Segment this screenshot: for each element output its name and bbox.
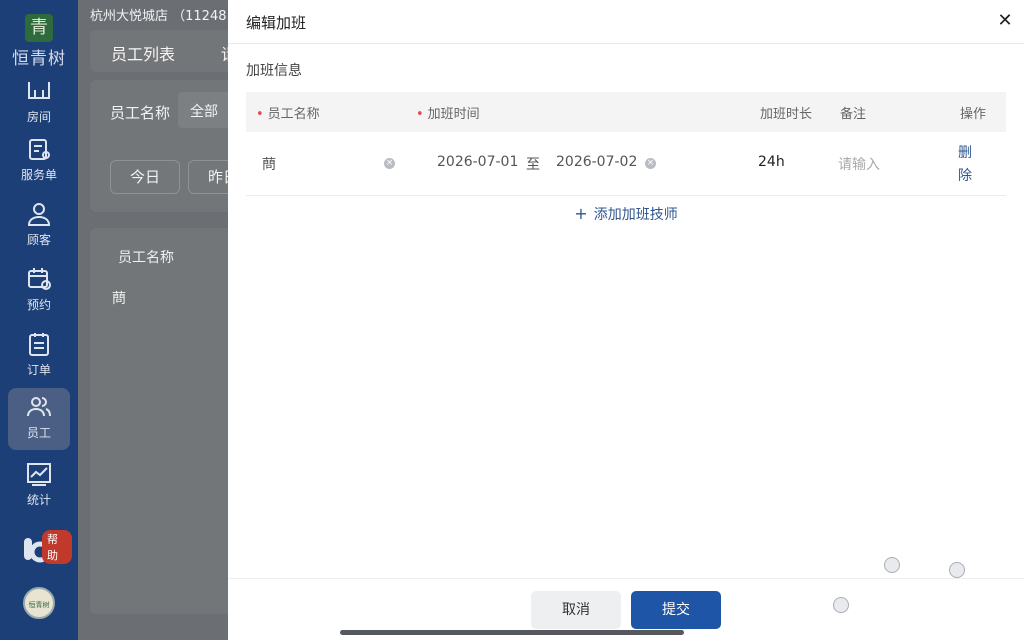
drawer-title: 编辑加班	[246, 14, 307, 32]
staff-icon	[27, 397, 51, 417]
col-name: • 员工名称	[256, 103, 320, 122]
end-date[interactable]: 2026-07-02	[556, 154, 637, 170]
duration-value: 24h	[758, 154, 785, 170]
table-row: 蔄 × 2026-07-01 至 2026-07-02 × 24h 请输入 删除	[246, 132, 1006, 196]
filter-select[interactable]: 全部	[178, 92, 228, 128]
required-mark: •	[256, 107, 264, 122]
add-technician-button[interactable]: + 添加加班技师	[246, 204, 1006, 224]
date-separator: 至	[526, 157, 540, 173]
overtime-table: • 员工名称 • 加班时间 加班时长 备注 操作 蔄 × 2026-07-01 至 …	[246, 92, 1006, 223]
required-mark: •	[416, 107, 424, 122]
chart-icon	[27, 463, 51, 486]
tab-partial[interactable]: 请	[221, 41, 228, 65]
close-icon[interactable]: ✕	[996, 12, 1014, 30]
sidebar-item-service-order[interactable]: 服务单	[8, 130, 70, 192]
customer-icon	[27, 203, 51, 226]
table-cell-name: 蔄	[112, 291, 126, 307]
remark-input[interactable]: 请输入	[838, 154, 880, 174]
brand-logo: 青 恒青树	[0, 14, 78, 69]
start-date[interactable]: 2026-07-01	[437, 154, 518, 170]
col-time-label: 加班时间	[427, 107, 480, 122]
store-name: 杭州大悦城店 （11248	[90, 9, 227, 24]
sidebar-item-staff[interactable]: 员工	[8, 388, 70, 450]
section-title: 加班信息	[246, 63, 302, 79]
col-name-label: 员工名称	[267, 107, 320, 122]
sidebar-item-statistics[interactable]: 统计	[8, 455, 70, 517]
brand-mark: 青	[25, 14, 53, 42]
sidebar-item-room[interactable]: 房间	[8, 72, 70, 134]
sidebar-item-label: 顾客	[26, 233, 51, 247]
sidebar-item-label: 预约	[26, 298, 51, 312]
service-order-icon	[29, 139, 50, 160]
employee-name[interactable]: 蔄	[262, 154, 276, 174]
background-page: 杭州大悦城店 （11248 员工列表 请 员工名称 全部 今日 昨日 员工名称 …	[78, 0, 228, 640]
avatar-text: 恒青树	[28, 601, 50, 609]
sidebar-item-label: 订单	[26, 363, 51, 377]
clear-name-icon[interactable]: ×	[384, 158, 395, 169]
today-button[interactable]: 今日	[110, 160, 180, 194]
clear-date-icon[interactable]: ×	[645, 158, 656, 169]
filter-label: 员工名称	[110, 104, 171, 122]
table-card	[90, 228, 228, 614]
sidebar-item-label: 员工	[26, 426, 51, 440]
help-badge: 帮助	[42, 530, 72, 564]
sidebar-item-label: 服务单	[20, 168, 57, 182]
brand-name: 恒青树	[12, 49, 66, 69]
floating-dot[interactable]	[949, 562, 965, 578]
col-action: 操作	[960, 107, 987, 122]
add-technician-label: 添加加班技师	[593, 207, 678, 223]
floating-dot[interactable]	[884, 557, 900, 573]
cancel-button[interactable]: 取消	[531, 591, 621, 629]
sidebar-item-label: 统计	[26, 493, 51, 507]
drawer-header: 编辑加班 ✕	[228, 0, 1024, 44]
avatar[interactable]: 恒青树	[23, 587, 55, 619]
col-time: • 加班时间	[416, 103, 480, 122]
clipboard-icon	[29, 333, 49, 356]
sidebar-item-customer[interactable]: 顾客	[8, 195, 70, 257]
room-icon	[28, 82, 50, 99]
home-indicator	[340, 630, 684, 635]
table-header: • 员工名称 • 加班时间 加班时长 备注 操作	[246, 92, 1006, 132]
sidebar: 青 恒青树 房间 服务单 顾客 预约 订单 员工 统计 帮助 恒青树	[0, 0, 78, 640]
col-remark: 备注	[840, 107, 867, 122]
delete-link[interactable]: 删除	[958, 142, 974, 188]
calendar-icon	[28, 268, 51, 290]
sidebar-item-orders[interactable]: 订单	[8, 325, 70, 387]
submit-button[interactable]: 提交	[631, 591, 721, 629]
sidebar-item-appointment[interactable]: 预约	[8, 260, 70, 322]
col-duration: 加班时长	[760, 107, 813, 122]
edit-overtime-drawer: 编辑加班 ✕ 加班信息 • 员工名称 • 加班时间 加班时长 备注 操作 蔄 × 2…	[228, 0, 1024, 640]
yesterday-button[interactable]: 昨日	[188, 160, 228, 194]
table-header-name: 员工名称	[118, 250, 174, 266]
help-button[interactable]: 帮助	[22, 530, 72, 570]
sidebar-item-label: 房间	[26, 110, 51, 124]
tab-employee-list[interactable]: 员工列表	[111, 41, 175, 65]
plus-icon: +	[574, 204, 588, 223]
